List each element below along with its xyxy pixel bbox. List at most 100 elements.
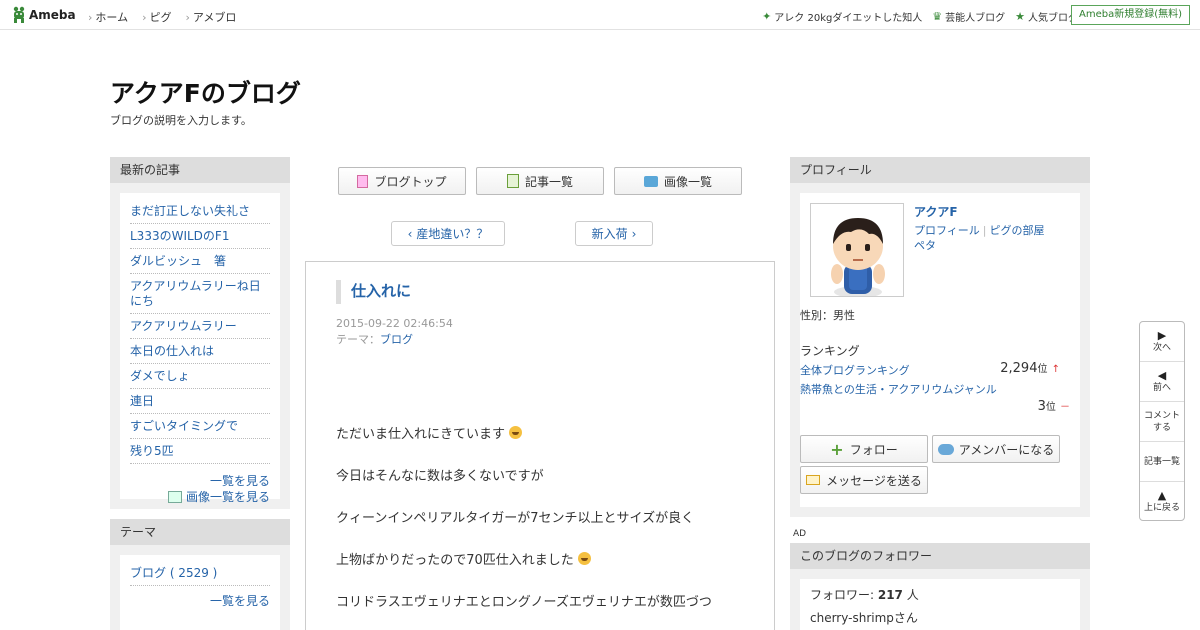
ad-label: AD (793, 529, 807, 539)
send-message-button[interactable]: メッセージを送る (800, 466, 928, 494)
rank-unit: 位 (1037, 364, 1048, 375)
article-link[interactable]: ダメでしょ (130, 369, 190, 383)
smile-emoji-icon (577, 552, 591, 565)
float-comment-button[interactable]: コメントする (1140, 402, 1184, 442)
ranking-heading: ランキング (800, 344, 860, 358)
follower-count-number: 217 (877, 588, 903, 602)
article-body: ただいま仕入れにきています 今日はそんなに数は多くないですが クィーンインペリア… (336, 424, 756, 630)
blog-top-label: ブログトップ (374, 174, 447, 189)
latest-articles-list: まだ訂正しない失礼さ L333のWILDのF1 ダルビッシュ 箸 アクアリウムラ… (130, 199, 270, 464)
float-prev-button[interactable]: ◀ 前へ (1140, 362, 1184, 402)
register-button[interactable]: Ameba新規登録(無料) (1070, 5, 1190, 25)
images-more-link[interactable]: 画像一覧を見る (130, 489, 270, 505)
float-next-button[interactable]: ▶ 次へ (1140, 322, 1184, 362)
list-item[interactable]: L333のWILDのF1 (130, 224, 270, 249)
prev-article-label: 産地違い？？ (416, 227, 489, 241)
profile-panel: プロフィール アクアF プロフィール | ピグの部屋 ペタ 性別：男性 ランキング (790, 157, 1090, 517)
article-date: 2015-09-22 02:46:54 (336, 317, 453, 330)
ameba-logo-icon (13, 6, 25, 23)
article-paragraph: コリドラスエヴェリナエとロングノーズエヴェリナエが数匹づつ (336, 592, 756, 613)
copy-icon (506, 174, 519, 188)
float-next-label: 次へ (1152, 342, 1171, 353)
float-list-button[interactable]: 記事一覧 (1140, 442, 1184, 482)
image-list-button[interactable]: 画像一覧 (614, 167, 742, 195)
peta-link[interactable]: ペタ (914, 239, 936, 252)
article-paragraph: 今日はそんなに数は多くないですが (336, 466, 756, 487)
theme-heading: テーマ (110, 519, 290, 545)
prev-article-button[interactable]: ‹ 産地違い？？ (391, 221, 505, 246)
list-item[interactable]: 残り5匹 (130, 439, 270, 464)
genre-ranking-link[interactable]: 熱帯魚との生活・アクアリウムジャンル (800, 381, 997, 397)
crown-icon: ♛ (932, 10, 943, 23)
article-link[interactable]: ダルビッシュ 箸 (130, 254, 226, 268)
article-list-button[interactable]: 記事一覧 (476, 167, 604, 195)
chevron-left-icon: ‹ (407, 226, 413, 241)
list-item[interactable]: ダルビッシュ 箸 (130, 249, 270, 274)
list-item[interactable]: アクアリウムラリーね日にち (130, 274, 270, 314)
follow-button[interactable]: + フォロー (800, 435, 928, 463)
theme-more-link[interactable]: 一覧を見る (130, 593, 270, 609)
article-link[interactable]: 連日 (130, 394, 154, 408)
genre-rank-number: 3 (1037, 399, 1046, 414)
profile-link[interactable]: プロフィール (914, 224, 980, 237)
article-link[interactable]: すごいタイミングで (130, 419, 238, 433)
next-article-label: 新入荷 (591, 227, 628, 241)
follower-count-unit: 人 (902, 588, 919, 602)
images-more-label: 画像一覧を見る (185, 490, 270, 504)
article-link[interactable]: アクアリウムラリーね日にち (130, 279, 261, 308)
article-theme-link[interactable]: ブログ (380, 333, 413, 346)
overall-ranking-link[interactable]: 全体ブログランキング (800, 364, 910, 377)
logo-text: Ameba (29, 7, 76, 22)
article-link[interactable]: 残り5匹 (130, 444, 174, 458)
nav-ameblo[interactable]: アメブロ (185, 9, 236, 25)
article-paragraph: 上物ばかりだったので70匹仕入れました (336, 550, 756, 571)
overall-ranking: 全体ブログランキング 2,294位 ↑ (800, 361, 1060, 378)
list-item[interactable]: アクアリウムラリー (130, 314, 270, 339)
blog-title[interactable]: アクアFのブログ (110, 74, 301, 110)
avatar[interactable] (810, 203, 904, 297)
blog-top-button[interactable]: ブログトップ (338, 167, 466, 195)
article-theme-label: テーマ： (336, 333, 380, 346)
nav-home[interactable]: ホーム (88, 9, 128, 25)
global-header: Ameba ホーム ピグ アメブロ ✦アレク 20kgダイエットした知人 ♛芸能… (0, 0, 1200, 30)
follow-label: フォロー (849, 442, 898, 457)
list-item[interactable]: 連日 (130, 389, 270, 414)
list-item[interactable]: すごいタイミングで (130, 414, 270, 439)
followers-panel: このブログのフォロワー フォロワー: 217 人 cherry-shrimpさん (790, 543, 1090, 630)
next-article-button[interactable]: 新入荷 › (575, 221, 653, 246)
article-link[interactable]: 本日の仕入れは (130, 344, 214, 358)
header-link-celebrity[interactable]: ♛ 芸能人ブログ (932, 9, 1005, 24)
triangle-left-icon: ◀ (1157, 368, 1167, 382)
header-link-popular[interactable]: ★ 人気ブログ (1015, 9, 1078, 24)
triangle-right-icon: ▶ (1157, 328, 1167, 342)
article-text: コリドラスエヴェリナエとロングノーズエヴェリナエが数匹づつ (336, 595, 712, 610)
theme-link[interactable]: ブログ ( 2529 ) (130, 566, 217, 580)
article-link[interactable]: L333のWILDのF1 (130, 229, 229, 243)
amember-button[interactable]: アメンバーになる (932, 435, 1060, 463)
nav-pigg[interactable]: ピグ (142, 9, 171, 25)
list-item[interactable]: ダメでしょ (130, 364, 270, 389)
follower-count-label: フォロワー: (810, 588, 878, 602)
sparkle-icon: ✦ (762, 10, 772, 23)
list-item[interactable]: ブログ ( 2529 ) (130, 561, 270, 586)
article-title[interactable]: 仕入れに (336, 280, 411, 304)
float-list-label: 記事一覧 (1143, 456, 1180, 467)
header-link-celebrity-label: 芸能人ブログ (945, 13, 1006, 24)
article-link[interactable]: まだ訂正しない失礼さ (130, 204, 250, 218)
genre-ranking-value: 3位 － (1038, 398, 1070, 414)
follower-item[interactable]: cherry-shrimpさん (810, 610, 1070, 626)
header-link-diet[interactable]: ✦ アレク 20kgダイエットした知人 (762, 9, 922, 24)
article-link[interactable]: アクアリウムラリー (130, 319, 237, 333)
header-link-diet-label: アレク 20kgダイエットした知人 (774, 13, 923, 24)
list-item[interactable]: まだ訂正しない失礼さ (130, 199, 270, 224)
latest-articles-body: まだ訂正しない失礼さ L333のWILDのF1 ダルビッシュ 箸 アクアリウムラ… (120, 193, 280, 504)
followers-heading: このブログのフォロワー (790, 543, 1090, 569)
article-paragraph: クィーンインペリアルタイガーが7センチ以上とサイズが良く (336, 508, 756, 529)
float-top-button[interactable]: ▲ 上に戻る (1140, 482, 1184, 522)
pigg-room-link[interactable]: ピグの部屋 (990, 224, 1045, 237)
ameba-logo[interactable]: Ameba (12, 6, 76, 23)
latest-more-link[interactable]: 一覧を見る (130, 473, 270, 489)
article-text: クィーンインペリアルタイガーが7センチ以上とサイズが良く (336, 511, 695, 526)
profile-name[interactable]: アクアF (914, 203, 958, 220)
list-item[interactable]: 本日の仕入れは (130, 339, 270, 364)
